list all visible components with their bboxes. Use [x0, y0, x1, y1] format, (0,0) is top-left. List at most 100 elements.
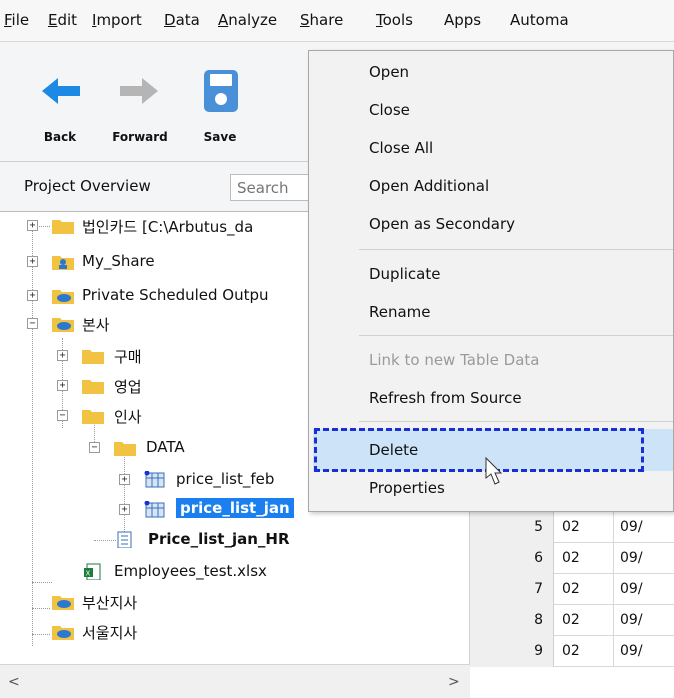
excel-file-icon: X	[84, 563, 101, 580]
tree-item-label: DATA	[146, 438, 185, 456]
table-row[interactable]: 7 02 09/	[470, 574, 674, 605]
cloud-folder-icon	[52, 318, 74, 332]
menu-item-close-all[interactable]: Close All	[309, 131, 673, 167]
save-button[interactable]: Save	[180, 42, 260, 160]
horizontal-scrollbar[interactable]: < >	[0, 664, 470, 698]
table-cell[interactable]: 02	[554, 543, 614, 574]
tree-item-label: Price_list_jan_HR	[148, 530, 290, 548]
table-cell[interactable]: 09/	[614, 512, 674, 543]
tree-item-label: 영업	[114, 378, 142, 396]
menu-item-link-to-new-table-data[interactable]: Link to new Table Data	[309, 343, 673, 379]
menu-data[interactable]: Data	[164, 11, 200, 29]
menu-item-label: Link to new Table Data	[369, 351, 540, 369]
menu-item-rename[interactable]: Rename	[309, 295, 673, 331]
menu-separator	[359, 249, 673, 250]
menu-separator	[359, 421, 673, 422]
menu-item-open[interactable]: Open	[309, 55, 673, 91]
menu-tools[interactable]: Tools	[376, 11, 413, 29]
menu-item-refresh-from-source[interactable]: Refresh from Source	[309, 381, 673, 417]
forward-button[interactable]: Forward	[100, 42, 180, 160]
menu-item-label: Properties	[369, 479, 445, 497]
table-cell[interactable]: 02	[554, 574, 614, 605]
menu-item-open-as-secondary[interactable]: Open as Secondary	[309, 207, 673, 243]
table-cell[interactable]: 02	[554, 605, 614, 636]
table-cell[interactable]: 09/	[614, 574, 674, 605]
menu-separator	[359, 335, 673, 336]
document-icon	[117, 531, 132, 548]
tree-item[interactable]: Price_list_jan_HR	[0, 526, 470, 554]
menu-item-label: Close All	[369, 139, 434, 157]
table-row[interactable]: 9 02 09/	[470, 636, 674, 667]
menubar: File Edit Import Data Analyze Share Tool…	[0, 0, 674, 42]
menu-automation[interactable]: Automa	[510, 11, 569, 29]
data-grid: 5 02 09/ 6 02 09/ 7 02 09/ 8 02 09/ 9 02…	[470, 512, 674, 698]
menu-file[interactable]: File	[4, 11, 29, 29]
tree-item-label: 본사	[82, 316, 110, 334]
save-disk-icon	[204, 70, 238, 112]
tree-item[interactable]: 부산지사	[0, 588, 470, 616]
menu-share[interactable]: Share	[300, 11, 343, 29]
folder-icon	[82, 410, 104, 424]
menu-item-open-additional[interactable]: Open Additional	[309, 169, 673, 205]
menu-item-label: Close	[369, 101, 410, 119]
tree-item-label: 법인카드 [C:\Arbutus_da	[82, 218, 254, 236]
menu-item-label: Duplicate	[369, 265, 441, 283]
table-icon	[144, 471, 165, 488]
mouse-cursor-icon	[485, 456, 503, 485]
shared-folder-icon	[52, 256, 74, 270]
menu-analyze[interactable]: Analyze	[218, 11, 277, 29]
tree-item[interactable]: X Employees_test.xlsx	[0, 558, 470, 586]
tree-item-label: price_list_jan	[176, 498, 294, 518]
folder-icon	[114, 442, 136, 456]
tree-item-label: 인사	[114, 408, 142, 426]
menu-apps[interactable]: Apps	[444, 11, 481, 29]
table-cell[interactable]: 09/	[614, 636, 674, 667]
forward-arrow-icon	[120, 78, 158, 104]
scroll-left-icon[interactable]: <	[8, 674, 20, 690]
menu-item-close[interactable]: Close	[309, 93, 673, 129]
forward-label: Forward	[112, 130, 168, 144]
row-number: 8	[470, 605, 554, 636]
back-arrow-icon	[42, 78, 80, 104]
tree-item-label: Employees_test.xlsx	[114, 562, 267, 580]
project-overview-title: Project Overview	[24, 177, 151, 195]
table-icon	[144, 501, 165, 518]
table-row[interactable]: 5 02 09/	[470, 512, 674, 543]
back-label: Back	[43, 130, 77, 144]
row-number: 7	[470, 574, 554, 605]
cloud-folder-icon	[52, 596, 74, 610]
cloud-folder-icon	[52, 626, 74, 640]
save-label: Save	[203, 130, 237, 144]
tree-item-label: 구매	[114, 348, 142, 366]
menu-edit[interactable]: Edit	[48, 11, 77, 29]
row-number: 6	[470, 543, 554, 574]
table-cell[interactable]: 02	[554, 636, 614, 667]
scroll-right-icon[interactable]: >	[448, 674, 460, 690]
table-row[interactable]: 8 02 09/	[470, 605, 674, 636]
row-number: 9	[470, 636, 554, 667]
back-button[interactable]: Back	[20, 42, 100, 160]
cloud-folder-icon	[52, 290, 74, 304]
svg-text:X: X	[86, 570, 91, 578]
menu-item-label: Refresh from Source	[369, 389, 522, 407]
menu-item-label: Open as Secondary	[369, 215, 516, 233]
tree-item-label: My_Share	[82, 252, 155, 270]
folder-icon	[52, 220, 74, 234]
tree-item-label: price_list_feb	[176, 470, 275, 488]
table-cell[interactable]: 09/	[614, 605, 674, 636]
menu-item-label: Open	[369, 63, 410, 81]
tree-item[interactable]: 서울지사	[0, 618, 470, 646]
table-row[interactable]: 6 02 09/	[470, 543, 674, 574]
tree-item-label: Private Scheduled Outpu	[82, 286, 269, 304]
tree-item-label: 서울지사	[82, 624, 138, 642]
menu-import[interactable]: Import	[92, 11, 142, 29]
tree-item-label: 부산지사	[82, 594, 138, 612]
folder-icon	[82, 380, 104, 394]
table-cell[interactable]: 09/	[614, 543, 674, 574]
row-number: 5	[470, 512, 554, 543]
menu-item-duplicate[interactable]: Duplicate	[309, 257, 673, 293]
menu-item-label: Open Additional	[369, 177, 490, 195]
folder-icon	[82, 350, 104, 364]
menu-item-label: Rename	[369, 303, 431, 321]
table-cell[interactable]: 02	[554, 512, 614, 543]
